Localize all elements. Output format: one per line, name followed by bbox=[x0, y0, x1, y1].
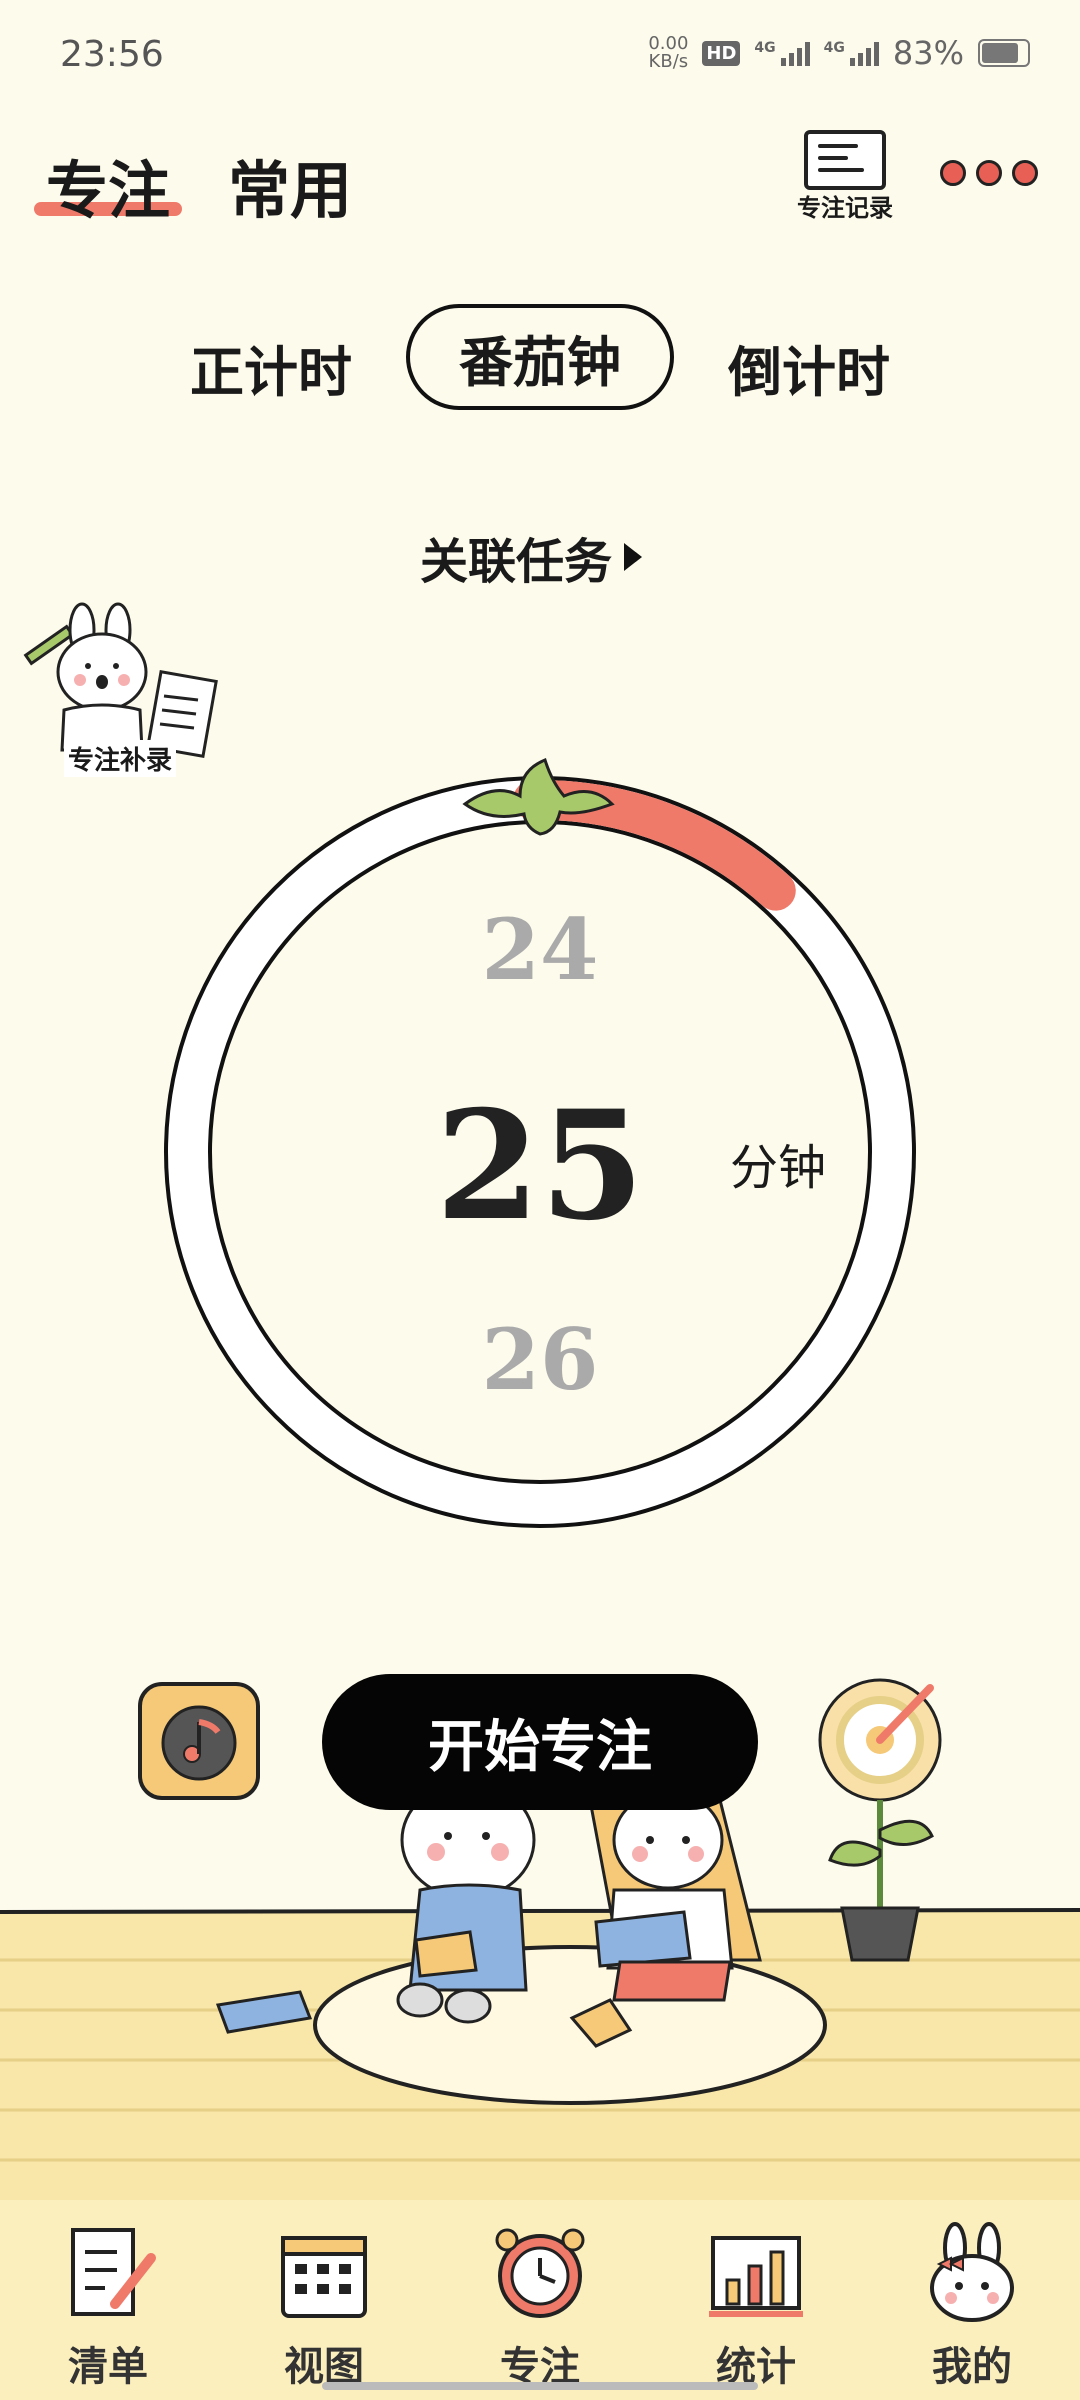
nav-item-focus[interactable]: 专注 bbox=[460, 2218, 620, 2392]
pomodoro-dial[interactable]: 24 25 分钟 26 bbox=[160, 720, 920, 1540]
battery-icon bbox=[978, 39, 1030, 67]
more-button[interactable] bbox=[940, 160, 1038, 186]
signal-icon: 4G bbox=[754, 40, 810, 66]
hd-icon: HD bbox=[702, 40, 741, 66]
notebook-icon bbox=[804, 130, 886, 190]
mode-pomodoro[interactable]: 番茄钟 bbox=[406, 304, 674, 410]
calendar-icon bbox=[281, 2236, 367, 2318]
bunny-icon bbox=[930, 2222, 1014, 2322]
tab-common[interactable]: 常用 bbox=[228, 140, 352, 230]
nav-label-mine: 我的 bbox=[932, 2344, 1012, 2390]
minute-option-prev[interactable]: 24 bbox=[160, 900, 920, 999]
nav-item-stats[interactable]: 统计 bbox=[676, 2218, 836, 2392]
linked-task-button[interactable]: 关联任务 bbox=[420, 522, 643, 592]
list-icon bbox=[71, 2228, 156, 2316]
music-button[interactable] bbox=[138, 1682, 260, 1800]
bottom-navigation: 清单 视图 专注 统计 我的 bbox=[0, 2200, 1080, 2400]
nav-item-view[interactable]: 视图 bbox=[244, 2218, 404, 2392]
focus-record-label: 专注记录 bbox=[797, 194, 893, 222]
mode-stopwatch[interactable]: 正计时 bbox=[190, 328, 352, 407]
status-time: 23:56 bbox=[60, 34, 164, 75]
music-note-icon bbox=[161, 1705, 237, 1781]
minute-option-next[interactable]: 26 bbox=[160, 1310, 920, 1409]
home-indicator bbox=[322, 2382, 758, 2390]
focus-record-button[interactable]: 专注记录 bbox=[790, 130, 900, 222]
tab-focus[interactable]: 专注 bbox=[46, 140, 170, 230]
network-speed: 0.00 KB/s bbox=[648, 33, 689, 72]
mode-countdown[interactable]: 倒计时 bbox=[728, 328, 890, 407]
signal-icon-2: 4G bbox=[824, 40, 879, 66]
nav-item-list[interactable]: 清单 bbox=[28, 2218, 188, 2392]
alarm-clock-icon bbox=[495, 2228, 585, 2318]
play-triangle-icon bbox=[624, 543, 643, 571]
nav-label-list: 清单 bbox=[68, 2344, 148, 2390]
battery-percent: 83% bbox=[892, 34, 964, 72]
target-flower-icon bbox=[818, 1678, 942, 1962]
more-dots-icon bbox=[940, 160, 966, 186]
linked-task-label: 关联任务 bbox=[420, 534, 613, 590]
goal-button[interactable] bbox=[800, 1660, 960, 1980]
start-focus-button[interactable]: 开始专注 bbox=[322, 1674, 758, 1810]
minute-unit-label: 分钟 bbox=[730, 1140, 827, 1196]
bar-chart-icon bbox=[709, 2236, 803, 2317]
status-indicators: 0.00 KB/s HD 4G 4G 83% bbox=[648, 34, 1030, 72]
nav-item-mine[interactable]: 我的 bbox=[892, 2218, 1052, 2392]
